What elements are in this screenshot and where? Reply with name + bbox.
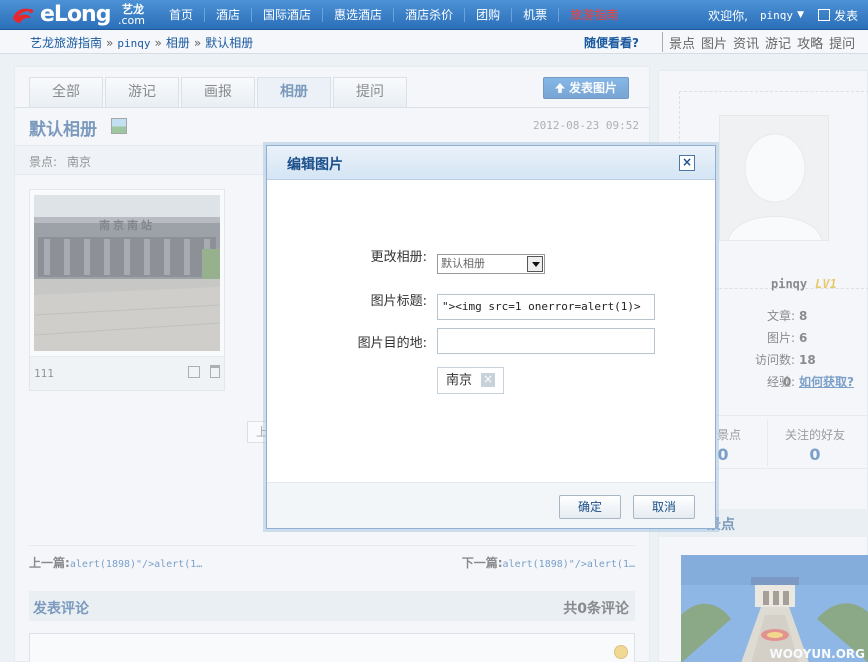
user-menu: 欢迎你, pinqy ▼ 发表 (708, 0, 868, 30)
post-button[interactable]: 发表 (817, 7, 858, 24)
edit-icon (817, 9, 830, 21)
nav-hotel-bargain[interactable]: 酒店杀价 (394, 8, 466, 22)
username-link[interactable]: pinqy (760, 9, 793, 22)
image-title-input[interactable]: "><img src=1 onerror=alert(1)> (437, 294, 655, 320)
dialog-footer: 确定 取消 (267, 482, 715, 528)
cancel-button[interactable]: 取消 (633, 495, 695, 519)
logo-com: .com (118, 14, 145, 27)
album-select-value: 默认相册 (441, 257, 485, 270)
welcome-text: 欢迎你, (708, 8, 748, 23)
dialog-header: 编辑图片 × (267, 146, 715, 180)
breadcrumb-sep: » (193, 36, 202, 50)
breadcrumb-guide[interactable]: 艺龙旅游指南 (30, 36, 102, 50)
nav-deal-hotel[interactable]: 惠选酒店 (323, 8, 395, 22)
nav-home[interactable]: 首页 (158, 8, 206, 22)
confirm-button[interactable]: 确定 (559, 495, 621, 519)
remove-tag-icon[interactable]: × (481, 373, 495, 387)
destination-input[interactable] (437, 328, 655, 354)
category-photos[interactable]: 图片 (701, 33, 727, 52)
category-guides[interactable]: 攻略 (797, 33, 823, 52)
breadcrumb: 艺龙旅游指南» pinqy» 相册» 默认相册 (30, 34, 253, 51)
chevron-down-icon[interactable] (527, 256, 543, 272)
category-news[interactable]: 资讯 (733, 33, 759, 52)
logo-word: eLong (40, 2, 111, 27)
random-browse-link[interactable]: 随便看看? (584, 34, 639, 51)
title-label: 图片标题: (370, 294, 427, 309)
top-nav-bar: eLong 艺龙 .com 首页 酒店 国际酒店 惠选酒店 酒店杀价 团购 机票… (0, 0, 868, 30)
breadcrumb-current[interactable]: 默认相册 (205, 36, 253, 50)
main-nav: 首页 酒店 国际酒店 惠选酒店 酒店杀价 团购 机票 旅游指南 (158, 0, 629, 30)
breadcrumb-sep: » (154, 36, 162, 50)
caret-down-icon[interactable]: ▼ (797, 10, 804, 20)
breadcrumb-user[interactable]: pinqy (117, 37, 150, 50)
destination-tag: 南京 × (437, 367, 504, 394)
album-label: 更改相册: (370, 250, 427, 265)
nav-group-buy[interactable]: 团购 (465, 8, 513, 22)
nav-flights[interactable]: 机票 (512, 8, 560, 22)
nav-hotel[interactable]: 酒店 (205, 8, 253, 22)
destination-label: 图片目的地: (357, 336, 427, 351)
edit-image-dialog: 编辑图片 × 更改相册: 默认相册 图片标题: "><img src=1 one… (266, 145, 716, 529)
tag-label: 南京 (446, 373, 473, 388)
dragon-logo-icon (13, 8, 34, 23)
category-travelogue[interactable]: 游记 (765, 33, 791, 52)
nav-travel-guide[interactable]: 旅游指南 (559, 8, 629, 22)
breadcrumb-bar: 艺龙旅游指南» pinqy» 相册» 默认相册 随便看看? 景点 图片 资讯 游记 攻… (0, 30, 868, 54)
search-category-tabs: 景点 图片 资讯 游记 攻略 提问 (662, 32, 861, 52)
elong-logo[interactable]: eLong 艺龙 .com (10, 2, 148, 28)
album-select[interactable]: 默认相册 (437, 254, 545, 274)
category-questions[interactable]: 提问 (829, 33, 855, 52)
breadcrumb-albums[interactable]: 相册 (166, 36, 190, 50)
breadcrumb-sep: » (106, 36, 114, 50)
close-icon[interactable]: × (679, 155, 695, 171)
dialog-title: 编辑图片 (287, 157, 343, 173)
nav-intl-hotel[interactable]: 国际酒店 (252, 8, 324, 22)
post-label: 发表 (833, 8, 858, 23)
category-scenic[interactable]: 景点 (669, 33, 695, 52)
